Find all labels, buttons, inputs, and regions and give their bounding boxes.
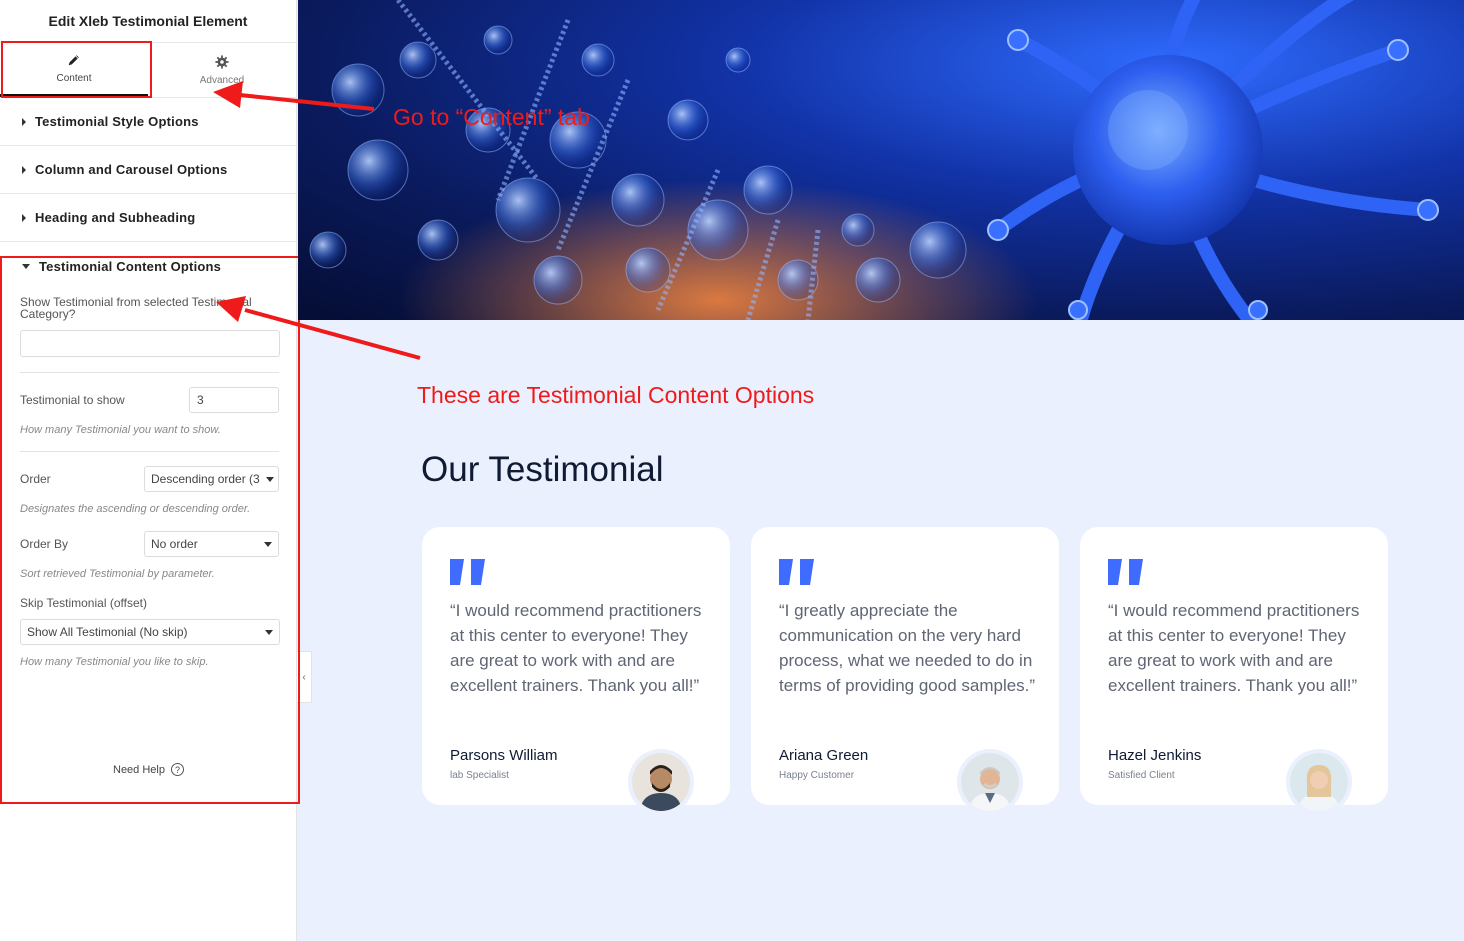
dropdown-arrow-icon (264, 541, 272, 547)
quote-icon (1108, 559, 1143, 585)
divider (20, 451, 279, 452)
testimonial-role: lab Specialist (450, 770, 509, 781)
caret-down-icon (22, 263, 30, 269)
quote-icon (779, 559, 814, 585)
caret-right-icon (22, 165, 26, 174)
avatar (961, 753, 1019, 811)
collapse-sidebar-handle[interactable]: ‹ (297, 651, 312, 703)
to-show-label: Testimonial to show (20, 393, 125, 407)
order-label: Order (20, 472, 51, 486)
gear-icon (215, 54, 229, 69)
caret-right-icon (22, 117, 26, 126)
skip-select-value: Show All Testimonial (No skip) (27, 625, 188, 639)
section-label: Testimonial Content Options (39, 258, 222, 274)
tab-content-label: Content (56, 73, 92, 84)
order-by-label: Order By (20, 537, 69, 551)
pencil-icon (68, 55, 79, 66)
testimonial-card: “I greatly appreciate the communication … (751, 527, 1059, 815)
section-label: Testimonial Style Options (35, 114, 199, 129)
content-options-panel: Show Testimonial from selected Testimoni… (0, 296, 296, 668)
order-select-value: Descending order (3 (151, 472, 260, 486)
skip-label: Skip Testimonial (offset) (20, 596, 147, 610)
sidebar-tabs: Content Advanced (0, 43, 296, 98)
testimonial-role: Happy Customer (779, 770, 855, 781)
category-label: Show Testimonial from selected Testimoni… (20, 295, 252, 321)
virus-illustration (309, 0, 1439, 320)
section-heading-subheading[interactable]: Heading and Subheading (0, 194, 296, 242)
avatar (1290, 753, 1348, 811)
skip-help: How many Testimonial you like to skip. (20, 656, 209, 668)
dropdown-arrow-icon (265, 629, 273, 635)
order-by-select[interactable]: No order (144, 531, 279, 557)
testimonial-name: Parsons William (450, 747, 558, 764)
avatar (632, 753, 690, 811)
need-help-label: Need Help (113, 763, 165, 776)
testimonial-role: Satisfied Client (1108, 770, 1175, 781)
divider (20, 372, 279, 373)
section-label: Heading and Subheading (35, 210, 196, 225)
to-show-help: How many Testimonial you want to show. (20, 424, 221, 436)
section-testimonial-style[interactable]: Testimonial Style Options (0, 98, 296, 146)
editor-sidebar: Edit Xleb Testimonial Element Content Ad… (0, 0, 297, 941)
testimonial-name: Ariana Green (779, 747, 869, 764)
question-icon: ? (170, 763, 184, 776)
section-column-carousel[interactable]: Column and Carousel Options (0, 146, 296, 194)
order-help: Designates the ascending or descending o… (20, 503, 251, 515)
testimonial-quote: “I would recommend practitioners at this… (1108, 601, 1360, 695)
tab-advanced-label: Advanced (199, 74, 245, 86)
to-show-input[interactable] (189, 387, 279, 413)
category-input[interactable] (20, 330, 280, 357)
tab-content[interactable]: Content (0, 43, 148, 97)
annotation-content-options: These are Testimonial Content Options (417, 382, 815, 408)
section-label: Column and Carousel Options (35, 162, 228, 177)
caret-right-icon (22, 213, 26, 222)
testimonial-quote: “I greatly appreciate the communication … (779, 601, 1036, 695)
annotation-go-to-content: Go to “Content” tab (393, 104, 590, 130)
tab-advanced[interactable]: Advanced (148, 43, 296, 97)
order-by-help: Sort retrieved Testimonial by parameter. (20, 568, 215, 580)
testimonial-quote: “I would recommend practitioners at this… (450, 601, 702, 695)
hero-image (298, 0, 1464, 320)
chevron-left-icon: ‹ (302, 671, 306, 683)
quote-icon (450, 559, 485, 585)
testimonial-name: Hazel Jenkins (1108, 747, 1202, 764)
testimonial-card: “I would recommend practitioners at this… (1080, 527, 1388, 815)
order-by-select-value: No order (151, 537, 198, 551)
sidebar-title: Edit Xleb Testimonial Element (0, 0, 296, 43)
skip-select[interactable]: Show All Testimonial (No skip) (20, 619, 280, 645)
section-title: Our Testimonial (421, 450, 664, 489)
order-select[interactable]: Descending order (3 (144, 466, 279, 492)
dropdown-arrow-icon (265, 476, 274, 482)
testimonial-card: “I would recommend practitioners at this… (422, 527, 730, 815)
section-testimonial-content[interactable]: Testimonial Content Options (0, 242, 296, 290)
need-help-link[interactable]: Need Help ? (0, 763, 297, 776)
